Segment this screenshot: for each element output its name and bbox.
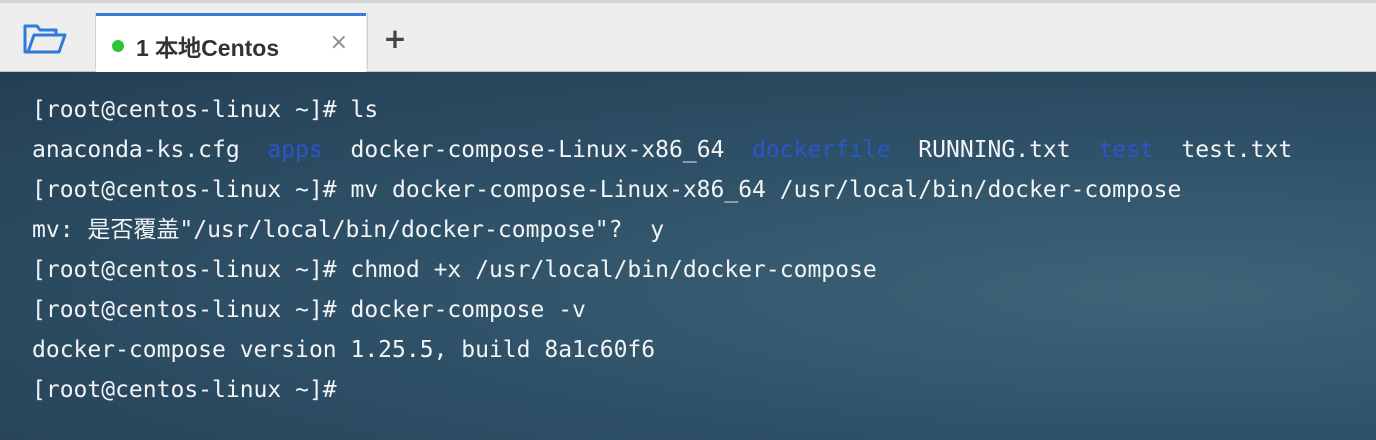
add-tab-button[interactable]: +: [380, 23, 410, 55]
open-folder-button[interactable]: [18, 19, 72, 59]
connection-status-dot: [112, 39, 124, 52]
terminal-line: docker-compose version 1.25.5, build 8a1…: [32, 337, 656, 363]
terminal-line: mv: 是否覆盖"/usr/local/bin/docker-compose"?…: [32, 217, 665, 243]
terminal-line: [root@centos-linux ~]# mv docker-compose…: [32, 177, 1182, 203]
close-icon[interactable]: ×: [330, 31, 348, 55]
terminal-prompt-line: [root@centos-linux ~]#: [32, 377, 337, 403]
tab-bar: 1 本地Centos × +: [0, 0, 1376, 75]
directory-entry: apps: [267, 137, 323, 163]
tab-separator: [367, 13, 368, 69]
directory-entry: dockerfile: [752, 137, 891, 163]
terminal-output[interactable]: [root@centos-linux ~]# ls anaconda-ks.cf…: [0, 72, 1376, 440]
file-entry: anaconda-ks.cfg: [32, 137, 240, 163]
folder-open-icon: [23, 24, 67, 54]
terminal-line: [root@centos-linux ~]# chmod +x /usr/loc…: [32, 257, 877, 283]
file-entry: RUNNING.txt: [918, 137, 1071, 163]
file-entry: docker-compose-Linux-x86_64: [350, 137, 725, 163]
directory-entry: test: [1098, 137, 1154, 163]
tab-local-centos[interactable]: 1 本地Centos ×: [96, 13, 366, 75]
terminal-line-ls-output: anaconda-ks.cfg apps docker-compose-Linu…: [32, 130, 1376, 170]
terminal-window: 1 本地Centos × + [root@centos-linux ~]# ls…: [0, 0, 1376, 440]
terminal-line: [root@centos-linux ~]# docker-compose -v: [32, 297, 586, 323]
tab-label: 1 本地Centos: [136, 34, 280, 61]
terminal-line: [root@centos-linux ~]# ls: [32, 97, 379, 123]
file-entry: test.txt: [1181, 137, 1293, 163]
